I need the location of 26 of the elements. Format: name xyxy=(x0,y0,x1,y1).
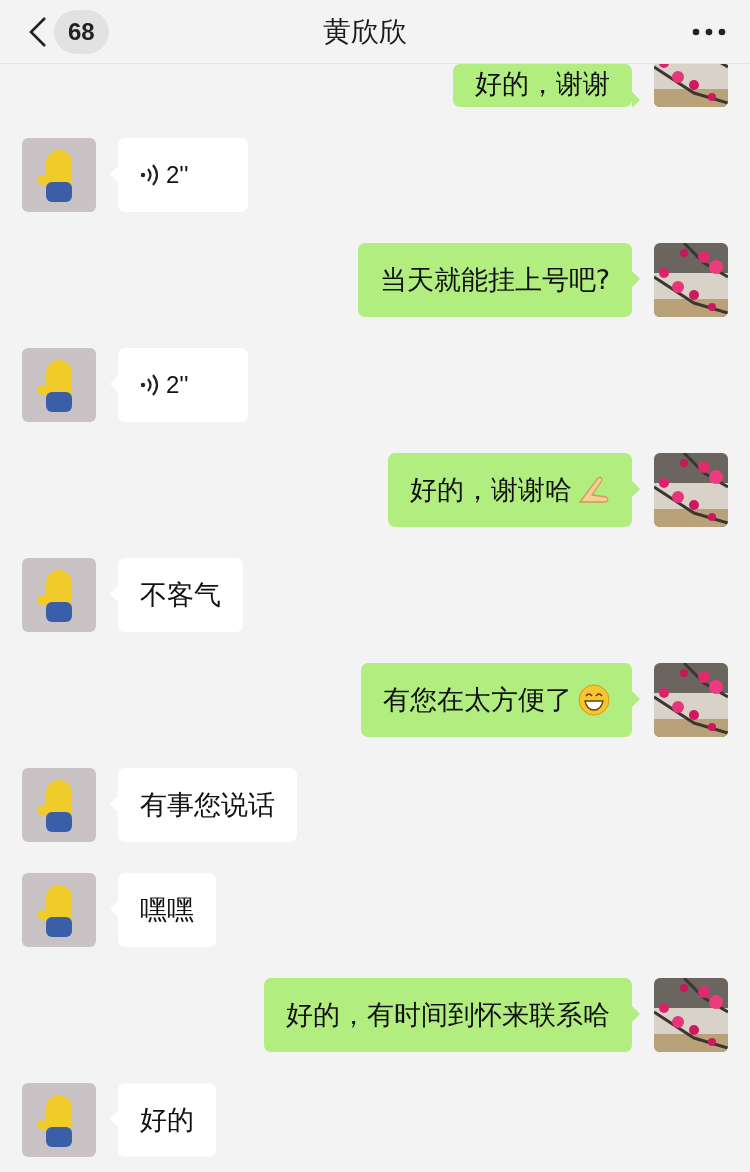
avatar-icon xyxy=(22,873,96,947)
voice-duration: 2'' xyxy=(166,161,189,189)
voice-duration: 2'' xyxy=(166,371,189,399)
grin-emoji-icon xyxy=(578,684,610,716)
more-icon xyxy=(692,27,726,36)
message-text: 嘿嘿 xyxy=(140,893,194,927)
chat-title: 黄欣欣 xyxy=(322,13,409,50)
message-text: 当天就能挂上号吧? xyxy=(379,263,610,297)
message-text: 好的，有时间到怀来联系哈 xyxy=(286,998,610,1032)
avatar-icon xyxy=(22,558,96,632)
message-text: 有您在太方便了 xyxy=(383,683,572,717)
unread-count: 68 xyxy=(54,9,109,54)
avatar-icon xyxy=(22,1083,96,1157)
message-text: 好的，谢谢 xyxy=(475,66,610,101)
hand-icon xyxy=(578,475,610,505)
message-text: 好的 xyxy=(140,1103,194,1137)
back-icon xyxy=(28,15,48,48)
avatar-icon xyxy=(22,348,96,422)
message-text: 不客气 xyxy=(140,578,221,612)
voice-icon xyxy=(140,374,160,396)
avatar-icon xyxy=(22,768,96,842)
message-text: 好的，谢谢哈 xyxy=(410,473,572,507)
message-text: 有事您说话 xyxy=(140,788,275,822)
voice-icon xyxy=(140,164,160,186)
avatar-icon xyxy=(22,138,96,212)
back-button[interactable]: 68 xyxy=(28,9,109,54)
